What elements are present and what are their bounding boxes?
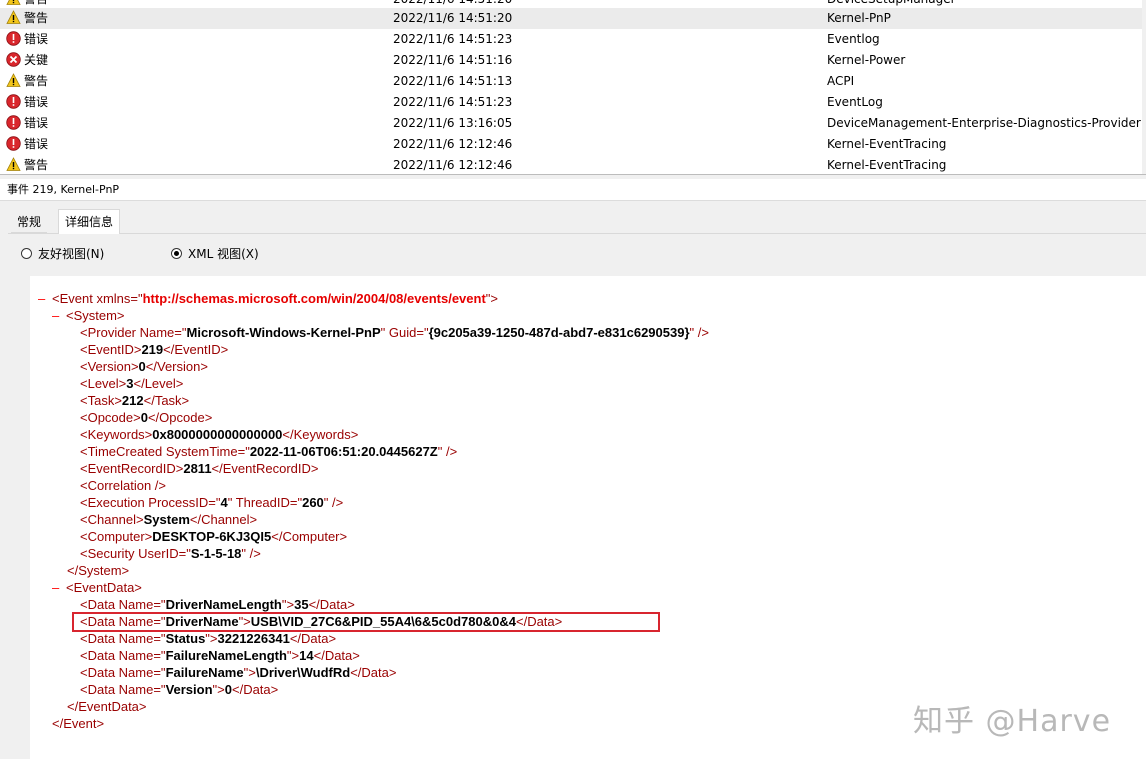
critical-icon xyxy=(6,52,21,67)
xml-timecreated: <TimeCreated SystemTime="2022-11-06T06:5… xyxy=(80,444,458,459)
event-date: 2022/11/6 14:51:23 xyxy=(393,32,513,46)
xml-security: <Security UserID="S-1-5-18" /> xyxy=(80,546,261,561)
event-level: 错误 xyxy=(6,134,48,155)
event-date: 2022/11/6 14:51:16 xyxy=(393,53,513,67)
xml-system-close: </System> xyxy=(67,563,130,578)
xml-view[interactable]: – <Event xmlns="http://schemas.microsoft.… xyxy=(30,276,1146,759)
collapse-toggle[interactable]: – xyxy=(52,307,66,324)
event-source: Kernel-EventTracing xyxy=(827,137,947,151)
friendly-view-radio[interactable]: 友好视图(N) xyxy=(21,246,104,262)
xml-eventdata-open: – <EventData> xyxy=(52,579,142,596)
xml-view-label: XML 视图(X) xyxy=(188,247,259,261)
event-source: DeviceManagement-Enterprise-Diagnostics-… xyxy=(827,116,1141,130)
error-icon xyxy=(6,115,21,130)
event-detail-pane: 常规 详细信息 友好视图(N) XML 视图(X) – <Event xmlns=… xyxy=(0,201,1146,759)
xml-keywords: <Keywords>0x8000000000000000</Keywords> xyxy=(80,427,359,442)
event-level: 关键 xyxy=(6,50,48,71)
xml-data-item: <Data Name="Status">3221226341</Data> xyxy=(80,631,337,646)
radio-checked-icon xyxy=(171,248,182,259)
xml-event-open: – <Event xmlns="http://schemas.microsoft.… xyxy=(38,290,499,307)
xml-execution: <Execution ProcessID="4" ThreadID="260" … xyxy=(80,495,344,510)
event-date: 2022/11/6 14:51:23 xyxy=(393,95,513,109)
xml-computer: <Computer>DESKTOP-6KJ3QI5</Computer> xyxy=(80,529,348,544)
xml-level: <Level>3</Level> xyxy=(80,376,184,391)
event-source: EventLog xyxy=(827,95,883,109)
event-row-selected[interactable]: 警告 2022/11/6 14:51:20 Kernel-PnP xyxy=(0,8,1146,29)
event-detail-title: 事件 219, Kernel-PnP xyxy=(0,179,1146,201)
event-date: 2022/11/6 13:16:05 xyxy=(393,116,513,130)
error-icon xyxy=(6,94,21,109)
xml-event-close: </Event> xyxy=(52,716,105,731)
xml-data-item: <Data Name="FailureNameLength">14</Data> xyxy=(80,648,360,663)
event-row[interactable]: 警告 2022/11/6 12:12:46 Kernel-EventTracin… xyxy=(0,155,1146,174)
event-list[interactable]: 警告 2022/11/6 14:51:20 DeviceSetupManager… xyxy=(0,0,1146,174)
event-date: 2022/11/6 14:51:20 xyxy=(393,11,513,25)
event-row[interactable]: 错误 2022/11/6 12:12:46 Kernel-EventTracin… xyxy=(0,134,1146,155)
friendly-view-label: 友好视图(N) xyxy=(38,247,105,261)
event-source: Kernel-PnP xyxy=(827,11,891,25)
event-source: Eventlog xyxy=(827,32,880,46)
event-level: 警告 xyxy=(6,8,48,29)
event-level: 警告 xyxy=(6,155,48,174)
event-date: 2022/11/6 12:12:46 xyxy=(393,137,513,151)
xml-provider: <Provider Name="Microsoft-Windows-Kernel… xyxy=(80,325,709,340)
xml-eventdata-close: </EventData> xyxy=(67,699,147,714)
tab-details[interactable]: 详细信息 xyxy=(58,209,121,234)
xml-eventrecordid: <EventRecordID>2811</EventRecordID> xyxy=(80,461,319,476)
collapse-toggle[interactable]: – xyxy=(52,579,66,596)
xml-data-item: <Data Name="FailureName">\Driver\WudfRd<… xyxy=(80,665,397,680)
event-row[interactable]: 错误 2022/11/6 13:16:05 DeviceManagement-E… xyxy=(0,113,1146,134)
event-level: 错误 xyxy=(6,29,48,50)
warning-icon xyxy=(6,157,21,172)
event-row[interactable]: 警告 2022/11/6 14:51:13 ACPI xyxy=(0,71,1146,92)
list-scrollbar[interactable] xyxy=(1142,0,1146,174)
watermark: 知乎 @Harve xyxy=(913,704,1112,739)
xml-version: <Version>0</Version> xyxy=(80,359,208,374)
warning-icon xyxy=(6,73,21,88)
collapse-toggle[interactable]: – xyxy=(38,290,52,307)
event-level: 错误 xyxy=(6,92,48,113)
event-source: Kernel-Power xyxy=(827,53,906,67)
warning-icon xyxy=(6,10,21,25)
warning-icon xyxy=(6,0,21,6)
xml-data-item-drivername: <Data Name="DriverName">USB\VID_27C6&PID… xyxy=(80,614,563,629)
tab-strip-divider xyxy=(8,233,1146,234)
event-level: 警告 xyxy=(6,71,48,92)
event-source: Kernel-EventTracing xyxy=(827,158,947,172)
xml-opcode: <Opcode>0</Opcode> xyxy=(80,410,213,425)
event-row[interactable]: 错误 2022/11/6 14:51:23 Eventlog xyxy=(0,29,1146,50)
xml-channel: <Channel>System</Channel> xyxy=(80,512,258,527)
event-row[interactable]: 关键 2022/11/6 14:51:16 Kernel-Power xyxy=(0,50,1146,71)
radio-unchecked-icon xyxy=(21,248,32,259)
xml-view-radio[interactable]: XML 视图(X) xyxy=(171,246,259,262)
event-date: 2022/11/6 14:51:13 xyxy=(393,74,513,88)
xml-data-item: <Data Name="Version">0</Data> xyxy=(80,682,279,697)
tab-general[interactable]: 常规 xyxy=(11,211,48,233)
event-date: 2022/11/6 12:12:46 xyxy=(393,158,513,172)
xml-data-item: <Data Name="DriverNameLength">35</Data> xyxy=(80,597,355,612)
event-level: 错误 xyxy=(6,113,48,134)
event-row[interactable]: 错误 2022/11/6 14:51:23 EventLog xyxy=(0,92,1146,113)
event-source: ACPI xyxy=(827,74,855,88)
xml-task: <Task>212</Task> xyxy=(80,393,190,408)
error-icon xyxy=(6,136,21,151)
xml-eventid: <EventID>219</EventID> xyxy=(80,342,229,357)
error-icon xyxy=(6,31,21,46)
xml-correlation: <Correlation /> xyxy=(80,478,166,493)
xml-system-open: – <System> xyxy=(52,307,125,324)
